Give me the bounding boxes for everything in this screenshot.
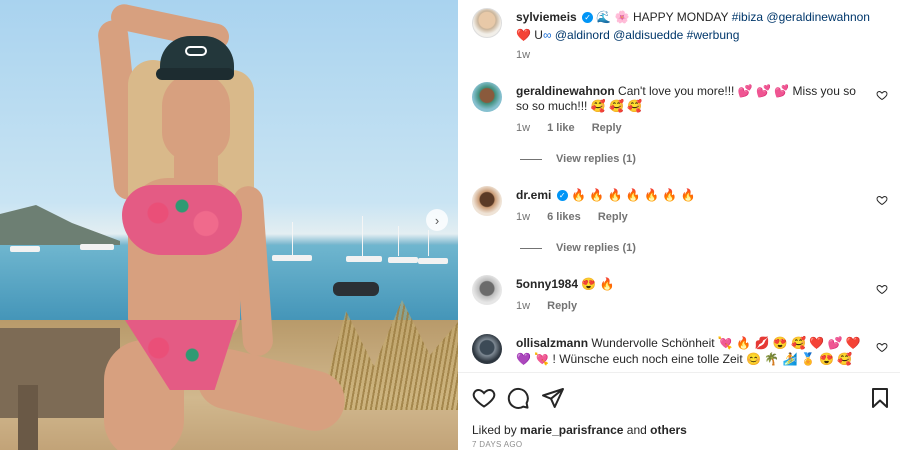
- comment-text-line2: so so much!!! 🥰 🥰 🥰: [516, 99, 643, 113]
- comment-like-heart-icon[interactable]: [876, 194, 888, 206]
- bookmark-icon[interactable]: [868, 386, 892, 410]
- send-icon[interactable]: [541, 386, 565, 410]
- comment-text: 5onny1984 😍 🔥: [516, 277, 615, 291]
- commenter-username[interactable]: 5onny1984: [516, 277, 578, 291]
- comment-meta: 1w 1 like Reply: [516, 122, 622, 134]
- post-actions-bar: [472, 386, 892, 410]
- verified-badge-icon: ✓: [582, 12, 594, 24]
- next-image-button[interactable]: ›: [426, 209, 448, 231]
- comment-meta: 1w 6 likes Reply: [516, 211, 628, 223]
- view-replies-button[interactable]: View replies (1): [520, 242, 636, 254]
- post-caption: sylviemeis ✓ 🌊 🌸 HAPPY MONDAY #ibiza @ge…: [516, 10, 870, 24]
- post-date: 7 DAYS AGO: [472, 440, 523, 449]
- comment-icon[interactable]: [506, 386, 530, 410]
- commenter-username[interactable]: ollisalzmann: [516, 336, 588, 350]
- liked-by-user-link[interactable]: marie_parisfrance: [520, 423, 623, 437]
- commenter-avatar[interactable]: [472, 275, 502, 305]
- comment-text: dr.emi ✓ 🔥 🔥 🔥 🔥 🔥 🔥 🔥: [516, 188, 696, 202]
- mention-link[interactable]: @aldisuedde: [613, 28, 683, 42]
- comment-meta: 1w Reply: [516, 300, 578, 312]
- comment-likes-link[interactable]: 1 like: [547, 122, 575, 134]
- mention-link[interactable]: @aldinord: [555, 28, 610, 42]
- comment-like-heart-icon[interactable]: [876, 283, 888, 295]
- commenter-avatar[interactable]: [472, 334, 502, 364]
- liked-by-others-link[interactable]: others: [650, 423, 687, 437]
- hashtag-link[interactable]: #ibiza: [732, 10, 763, 24]
- comments-list[interactable]: sylviemeis ✓ 🌊 🌸 HAPPY MONDAY #ibiza @ge…: [458, 0, 900, 372]
- mention-link[interactable]: @geraldinewahnon: [766, 10, 870, 24]
- commenter-avatar[interactable]: [472, 186, 502, 216]
- comment-like-heart-icon[interactable]: [876, 341, 888, 353]
- view-replies-button[interactable]: View replies (1): [520, 153, 636, 165]
- comment-likes-link[interactable]: 6 likes: [547, 211, 581, 223]
- comments-panel: sylviemeis ✓ 🌊 🌸 HAPPY MONDAY #ibiza @ge…: [458, 0, 900, 450]
- commenter-username[interactable]: dr.emi: [516, 188, 551, 202]
- reply-button[interactable]: Reply: [547, 300, 577, 312]
- liked-by-line: Liked by marie_parisfrance and others: [472, 423, 687, 437]
- author-username[interactable]: sylviemeis: [516, 10, 577, 24]
- reply-button[interactable]: Reply: [592, 122, 622, 134]
- photo-person: [0, 0, 458, 450]
- comment-like-heart-icon[interactable]: [876, 89, 888, 101]
- post-photo[interactable]: ›: [0, 0, 458, 450]
- author-avatar[interactable]: [472, 8, 502, 38]
- post-time: 1w: [516, 49, 531, 61]
- heart-icon[interactable]: [472, 386, 496, 410]
- post-caption-line2: ❤️ U∞ @aldinord @aldisuedde #werbung: [516, 28, 740, 42]
- comment-text-line2: 💜 💘 ! Wünsche euch noch eine tolle Zeit …: [516, 352, 853, 366]
- commenter-username[interactable]: geraldinewahnon: [516, 84, 615, 98]
- reply-button[interactable]: Reply: [598, 211, 628, 223]
- actions-divider: [458, 372, 900, 373]
- chevron-right-icon: ›: [434, 212, 440, 228]
- commenter-avatar[interactable]: [472, 82, 502, 112]
- verified-badge-icon: ✓: [556, 190, 568, 202]
- hashtag-link[interactable]: #werbung: [687, 28, 740, 42]
